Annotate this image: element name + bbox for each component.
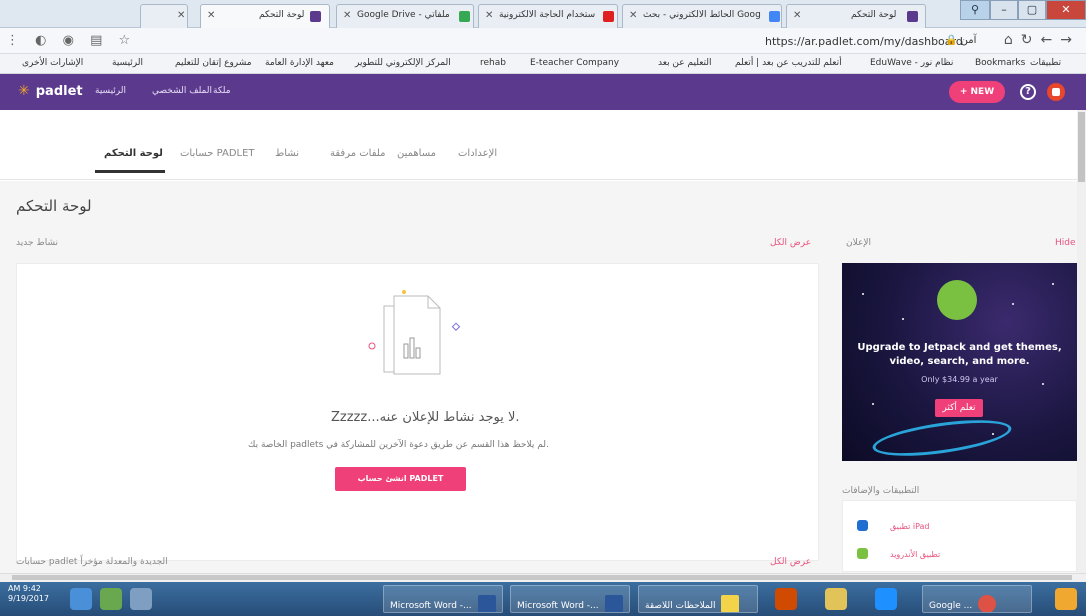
close-icon[interactable]: ✕ bbox=[485, 10, 493, 21]
browser-tab-blank[interactable]: ✕ bbox=[140, 4, 188, 28]
browser-tab[interactable]: ✕ شرح استخدام الحاجة الالكترونية bbox=[478, 4, 618, 28]
close-icon[interactable]: ✕ bbox=[793, 10, 801, 21]
app-ipad[interactable]: تطبيق iPad bbox=[857, 520, 930, 531]
learn-more-button[interactable]: تعلم أكثر bbox=[935, 399, 983, 417]
empty-state-title: Zzzzz...لا يوجد نشاط للإعلان عنه. bbox=[331, 410, 520, 425]
word-icon bbox=[477, 595, 496, 612]
bookmark-item[interactable]: التعليم عن بعد bbox=[658, 58, 712, 68]
maximize-icon[interactable]: ▢ bbox=[1018, 0, 1046, 20]
vertical-scroll-thumb[interactable] bbox=[1078, 112, 1085, 182]
close-icon[interactable]: ✕ bbox=[177, 10, 185, 21]
taskbar-item[interactable]: Microsoft Word -... bbox=[510, 585, 630, 613]
google-favicon-icon bbox=[769, 11, 780, 22]
view-all-link-2[interactable]: عرض الكل bbox=[770, 557, 811, 567]
android-icon bbox=[857, 548, 868, 559]
sticky-notes-icon bbox=[721, 595, 740, 612]
apps-card: تطبيق iPad تطبيق الأندرويد bbox=[842, 500, 1077, 572]
apple-icon bbox=[857, 520, 868, 531]
bookmark-item[interactable]: Bookmarks bbox=[975, 58, 1025, 68]
extension-icons[interactable]: ⋮ ◐ ◉ ▤ ☆ bbox=[6, 33, 136, 48]
tab-settings[interactable]: الإعدادات bbox=[458, 148, 497, 159]
orbit-ring bbox=[870, 413, 1014, 461]
word-icon bbox=[604, 595, 623, 612]
file-explorer-icon[interactable] bbox=[825, 588, 847, 610]
active-tab-indicator bbox=[95, 170, 165, 173]
browser-tab[interactable]: ✕ لوحة التحكم bbox=[200, 4, 330, 28]
internet-explorer-icon[interactable] bbox=[875, 588, 897, 610]
address-bar: ⋮ ◐ ◉ ▤ ☆ https://ar.padlet.com/my/dashb… bbox=[0, 28, 1086, 54]
empty-docs-icon bbox=[368, 290, 461, 375]
bookmark-item[interactable]: المركز الإلكتروني للتطوير bbox=[355, 58, 451, 68]
browser-tab[interactable]: ✕ الحائط الالكتروني - بحث Google bbox=[622, 4, 782, 28]
security-indicator[interactable]: 🔒 آمن bbox=[945, 35, 976, 46]
ad-label: الإعلان bbox=[846, 238, 871, 248]
bookmark-item[interactable]: الإشارات الأخرى bbox=[22, 58, 83, 68]
empty-state-subtitle: الخاصة بك padlets لم يلاحظ هذا القسم عن … bbox=[248, 440, 549, 450]
url-field[interactable]: https://ar.padlet.com/my/dashboard bbox=[765, 35, 963, 48]
tab-activity[interactable]: نشاط bbox=[275, 148, 299, 159]
bookmark-item[interactable]: الرئيسية bbox=[112, 58, 143, 68]
chrome-icon bbox=[978, 595, 997, 612]
window-controls: ⚲ – ▢ ✕ bbox=[960, 0, 1086, 20]
system-clock[interactable]: AM 9:42 9/19/2017 bbox=[8, 584, 49, 604]
new-padlet-button[interactable]: + NEW bbox=[949, 81, 1005, 103]
padlet-favicon-icon bbox=[310, 11, 321, 22]
recent-padlets-label: حسابات padlet الجديدة والمعدلة مؤخراً bbox=[16, 557, 168, 567]
browser-tab-strip: ✕ ✕ لوحة التحكم ✕ Google Drive - ملفاتي … bbox=[0, 0, 1086, 28]
tab-attachments[interactable]: ملفات مرفقة bbox=[330, 148, 385, 159]
bookmark-item[interactable]: أتعلم للتدريب عن بعد | أتعلم bbox=[735, 58, 842, 68]
taskbar-item[interactable]: Google ... bbox=[922, 585, 1032, 613]
planet-icon bbox=[937, 280, 977, 320]
tab-dashboard[interactable]: لوحة التحكم bbox=[104, 148, 163, 159]
browser-tab[interactable]: ✕ لوحة التحكم bbox=[786, 4, 926, 28]
nav-owner[interactable]: ملكة bbox=[213, 86, 231, 96]
volume-icon[interactable] bbox=[130, 588, 152, 610]
nav-home[interactable]: الرئيسية bbox=[95, 86, 126, 96]
bookmarks-bar: تطبيقات Bookmarks EduWave - نظام نور أتع… bbox=[0, 54, 1086, 74]
close-window-icon[interactable]: ✕ bbox=[1046, 0, 1086, 20]
ad-price: Only $34.99 a year bbox=[921, 375, 998, 384]
network-icon[interactable] bbox=[100, 588, 122, 610]
jetpack-ad[interactable]: Upgrade to Jetpack and get themes, video… bbox=[842, 263, 1077, 461]
hide-ad-link[interactable]: Hide bbox=[1055, 238, 1076, 248]
close-icon[interactable]: ✕ bbox=[629, 10, 637, 21]
view-all-link[interactable]: عرض الكل bbox=[770, 238, 811, 248]
padlet-favicon-icon bbox=[907, 11, 918, 22]
padlet-logo-icon: ✳ bbox=[18, 83, 30, 99]
office-icon[interactable] bbox=[775, 588, 797, 610]
close-icon[interactable]: ✕ bbox=[207, 10, 215, 21]
tab-contributors[interactable]: مساهمين bbox=[397, 148, 436, 159]
bookmark-item[interactable]: تطبيقات bbox=[1030, 58, 1061, 68]
padlet-header: ✳ padlet الرئيسية الملف الشخصي ملكة bbox=[0, 74, 1086, 110]
nav-profile[interactable]: الملف الشخصي bbox=[152, 86, 212, 96]
bookmark-item[interactable]: E-teacher Company bbox=[530, 58, 619, 68]
taskbar-item[interactable]: الملاحظات اللاصقة bbox=[638, 585, 758, 613]
drive-favicon-icon bbox=[459, 11, 470, 22]
avatar[interactable] bbox=[1047, 83, 1065, 101]
tab-padlet-accounts[interactable]: حسابات PADLET bbox=[180, 148, 255, 159]
start-orb-icon[interactable] bbox=[1055, 588, 1077, 610]
language-icon[interactable] bbox=[70, 588, 92, 610]
bookmark-item[interactable]: rehab bbox=[480, 58, 506, 68]
bookmark-item[interactable]: مشروع إتقان للتعليم bbox=[175, 58, 252, 68]
apps-label: التطبيقات والإضافات bbox=[842, 486, 920, 496]
user-icon[interactable]: ⚲ bbox=[960, 0, 990, 20]
page-title: لوحة التحكم bbox=[16, 197, 92, 215]
ad-headline: Upgrade to Jetpack and get themes, video… bbox=[857, 342, 1062, 367]
create-padlet-button[interactable]: انشئ حساب PADLET bbox=[335, 467, 466, 491]
close-icon[interactable]: ✕ bbox=[343, 10, 351, 21]
help-icon[interactable]: ? bbox=[1020, 84, 1036, 100]
bookmark-item[interactable]: معهد الإدارة العامة bbox=[265, 58, 334, 68]
taskbar-item[interactable]: Microsoft Word -... bbox=[383, 585, 503, 613]
horizontal-scroll-thumb[interactable] bbox=[12, 575, 1072, 580]
browser-tab[interactable]: ✕ Google Drive - ملفاتي bbox=[336, 4, 474, 28]
nav-buttons[interactable]: ⌂↻←→ bbox=[1004, 32, 1080, 48]
padlet-logo[interactable]: ✳ padlet bbox=[18, 83, 83, 99]
youtube-favicon-icon bbox=[603, 11, 614, 22]
lock-icon: 🔒 bbox=[945, 35, 958, 46]
new-activity-label: نشاط جديد bbox=[16, 238, 58, 248]
app-android[interactable]: تطبيق الأندرويد bbox=[857, 548, 940, 559]
minimize-icon[interactable]: – bbox=[990, 0, 1018, 20]
bookmark-item[interactable]: EduWave - نظام نور bbox=[870, 58, 953, 68]
